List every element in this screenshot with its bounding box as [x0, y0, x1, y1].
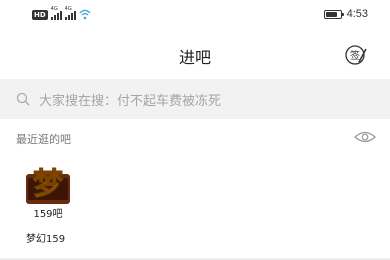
- recent-section-label: 最近逛的吧: [16, 133, 71, 146]
- battery-icon: [323, 9, 344, 19]
- search-bar[interactable]: 大家搜在搜：付不起车费被冻死: [0, 79, 390, 119]
- wifi-icon: [79, 9, 91, 20]
- signal-icon-2: 4G: [64, 7, 76, 20]
- forum-logo: 梦 159吧: [20, 154, 76, 220]
- search-icon: [16, 92, 30, 106]
- clock: 4:53: [346, 8, 368, 20]
- signin-label: 签: [350, 49, 360, 62]
- eye-icon[interactable]: [354, 130, 376, 144]
- status-bar: HD 4G 4G 4:53: [0, 0, 390, 30]
- forum-logo-caption: 159吧: [33, 209, 63, 220]
- signin-icon[interactable]: 签: [344, 43, 368, 67]
- hd-badge: HD: [32, 9, 48, 20]
- status-left: HD 4G 4G: [32, 7, 91, 20]
- forum-name[interactable]: 梦幻159: [26, 230, 65, 245]
- header: 进吧 签: [0, 34, 390, 74]
- page-title: 进吧: [178, 48, 211, 67]
- recent-forum-item[interactable]: 梦 159吧: [20, 154, 76, 220]
- logo-glyph: 梦: [33, 167, 63, 202]
- status-right: 4:53: [323, 8, 368, 20]
- search-placeholder: 大家搜在搜：付不起车费被冻死: [39, 93, 222, 109]
- signal-icon: 4G: [50, 7, 62, 20]
